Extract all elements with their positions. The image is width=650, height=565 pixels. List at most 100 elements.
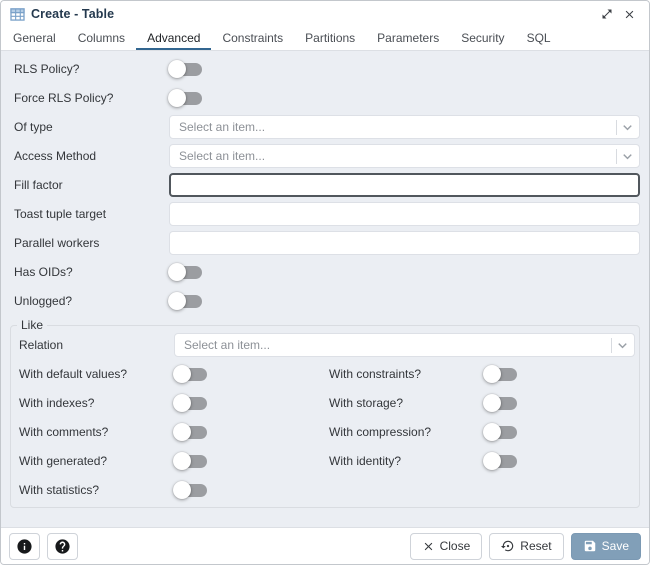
close-button-header[interactable] bbox=[618, 3, 640, 25]
with-identity-toggle[interactable] bbox=[483, 452, 517, 470]
with-generated-label: With generated? bbox=[19, 454, 108, 468]
access-method-select[interactable]: Select an item... bbox=[169, 144, 640, 168]
form-row: With default values? bbox=[15, 362, 325, 386]
with-compression-label: With compression? bbox=[329, 425, 432, 439]
maximize-button[interactable] bbox=[596, 3, 618, 25]
dialog-tabs: General Columns Advanced Constraints Par… bbox=[1, 27, 649, 51]
dialog-header: Create - Table bbox=[1, 1, 649, 27]
form-row: Fill factor bbox=[10, 173, 640, 197]
toggle-grid-row: With default values? With constraints? bbox=[15, 362, 635, 391]
form-row: With statistics? bbox=[15, 478, 325, 502]
unlogged-toggle[interactable] bbox=[168, 292, 202, 310]
reset-button[interactable]: Reset bbox=[489, 532, 564, 560]
close-button[interactable]: Close bbox=[409, 532, 483, 560]
rls-policy-toggle[interactable] bbox=[168, 60, 202, 78]
select-placeholder: Select an item... bbox=[184, 338, 271, 352]
has-oids-label: Has OIDs? bbox=[14, 265, 73, 279]
with-comments-toggle[interactable] bbox=[173, 423, 207, 441]
toggle-knob bbox=[173, 452, 191, 470]
dialog-footer: Close Reset Save bbox=[1, 527, 649, 564]
tab-security[interactable]: Security bbox=[450, 27, 515, 50]
select-divider bbox=[616, 148, 617, 164]
toggle-knob bbox=[483, 452, 501, 470]
like-section-legend: Like bbox=[21, 318, 44, 332]
close-button-label: Close bbox=[439, 539, 471, 553]
chevron-down-icon[interactable] bbox=[619, 148, 636, 165]
close-x-icon bbox=[422, 540, 435, 553]
form-row: Unlogged? bbox=[10, 289, 640, 313]
table-icon bbox=[10, 7, 25, 21]
toggle-knob bbox=[483, 423, 501, 441]
tab-parameters[interactable]: Parameters bbox=[366, 27, 450, 50]
toggle-knob bbox=[173, 394, 191, 412]
with-statistics-toggle[interactable] bbox=[173, 481, 207, 499]
with-comments-label: With comments? bbox=[19, 425, 109, 439]
fill-factor-input[interactable] bbox=[169, 173, 640, 197]
chevron-down-icon[interactable] bbox=[614, 337, 631, 354]
with-indexes-toggle[interactable] bbox=[173, 394, 207, 412]
toast-tuple-target-input[interactable] bbox=[169, 202, 640, 226]
tab-columns[interactable]: Columns bbox=[67, 27, 136, 50]
toggle-knob bbox=[168, 263, 186, 281]
toggle-grid-row: With comments? With compression? bbox=[15, 420, 635, 449]
form-row: Relation Select an item... bbox=[15, 333, 635, 357]
rls-policy-label: RLS Policy? bbox=[14, 62, 80, 76]
has-oids-toggle[interactable] bbox=[168, 263, 202, 281]
with-identity-label: With identity? bbox=[329, 454, 402, 468]
sql-help-button[interactable] bbox=[9, 532, 40, 560]
with-constraints-toggle[interactable] bbox=[483, 365, 517, 383]
force-rls-policy-toggle[interactable] bbox=[168, 89, 202, 107]
form-row: With storage? bbox=[325, 391, 635, 415]
with-generated-toggle[interactable] bbox=[173, 452, 207, 470]
toggle-knob bbox=[173, 365, 191, 383]
of-type-select[interactable]: Select an item... bbox=[169, 115, 640, 139]
form-row-empty bbox=[325, 478, 635, 502]
dialog-help-button[interactable] bbox=[47, 532, 78, 560]
select-divider bbox=[611, 337, 612, 353]
with-default-values-toggle[interactable] bbox=[173, 365, 207, 383]
toggle-grid-row: With statistics? bbox=[15, 478, 635, 507]
tab-constraints[interactable]: Constraints bbox=[211, 27, 294, 50]
select-placeholder: Select an item... bbox=[179, 120, 266, 134]
info-icon bbox=[16, 538, 33, 555]
form-row: With comments? bbox=[15, 420, 325, 444]
of-type-label: Of type bbox=[14, 120, 53, 134]
with-statistics-label: With statistics? bbox=[19, 483, 100, 497]
toast-tuple-target-label: Toast tuple target bbox=[14, 207, 107, 221]
chevron-down-icon[interactable] bbox=[619, 119, 636, 136]
with-indexes-label: With indexes? bbox=[19, 396, 95, 410]
toggle-knob bbox=[168, 60, 186, 78]
reset-button-label: Reset bbox=[520, 539, 552, 553]
toggle-grid-row: With generated? With identity? bbox=[15, 449, 635, 478]
tab-advanced[interactable]: Advanced bbox=[136, 27, 212, 50]
close-icon bbox=[623, 8, 636, 21]
form-row: With identity? bbox=[325, 449, 635, 473]
form-row: Has OIDs? bbox=[10, 260, 640, 284]
floppy-disk-icon bbox=[583, 539, 597, 553]
unlogged-label: Unlogged? bbox=[14, 294, 73, 308]
open-in-full-icon bbox=[601, 8, 613, 20]
form-row: Parallel workers bbox=[10, 231, 640, 255]
parallel-workers-input[interactable] bbox=[169, 231, 640, 255]
toggle-grid-row: With indexes? With storage? bbox=[15, 391, 635, 420]
form-row: Access Method Select an item... bbox=[10, 144, 640, 168]
tab-general[interactable]: General bbox=[2, 27, 67, 50]
with-compression-toggle[interactable] bbox=[483, 423, 517, 441]
tab-partitions[interactable]: Partitions bbox=[294, 27, 366, 50]
force-rls-policy-label: Force RLS Policy? bbox=[14, 91, 114, 105]
relation-select[interactable]: Select an item... bbox=[174, 333, 635, 357]
form-row: With indexes? bbox=[15, 391, 325, 415]
parallel-workers-label: Parallel workers bbox=[14, 236, 100, 250]
save-button[interactable]: Save bbox=[570, 532, 641, 560]
dialog-title: Create - Table bbox=[31, 7, 115, 21]
form-row: With compression? bbox=[325, 420, 635, 444]
tab-sql[interactable]: SQL bbox=[516, 27, 562, 50]
fill-factor-label: Fill factor bbox=[14, 178, 63, 192]
save-button-label: Save bbox=[601, 539, 629, 553]
toggle-knob bbox=[483, 394, 501, 412]
toggle-knob bbox=[483, 365, 501, 383]
help-icon bbox=[54, 538, 71, 555]
restore-arrow-icon bbox=[501, 539, 515, 553]
dialog-body: RLS Policy? Force RLS Policy? Of type Se… bbox=[1, 51, 649, 527]
with-storage-toggle[interactable] bbox=[483, 394, 517, 412]
